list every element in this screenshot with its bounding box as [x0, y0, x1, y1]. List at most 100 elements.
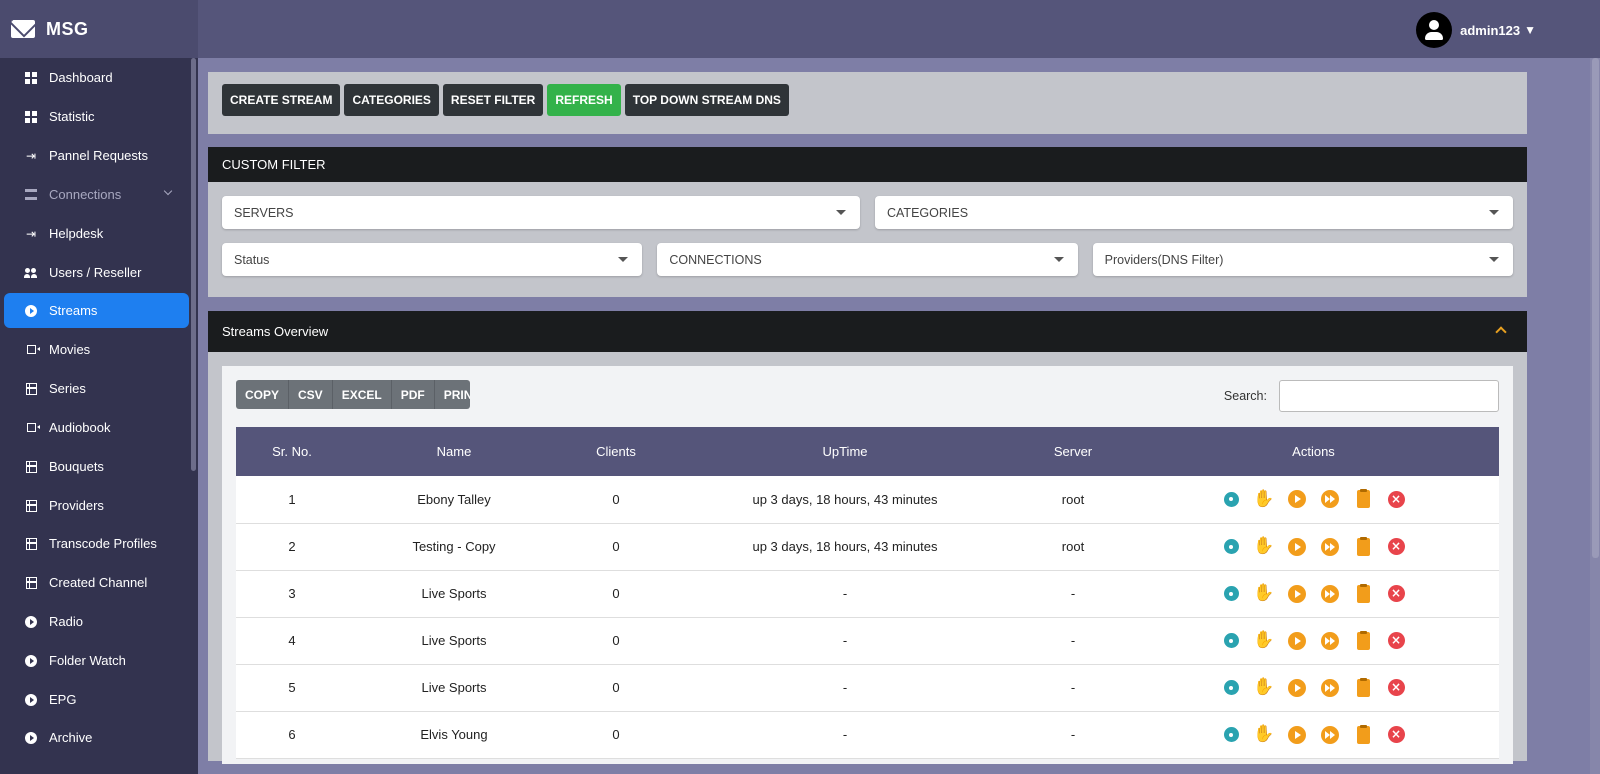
gear-icon[interactable]: [1222, 490, 1241, 509]
stop-hand-icon[interactable]: ✋: [1253, 584, 1274, 603]
play-icon[interactable]: [1288, 678, 1307, 697]
close-circle-icon[interactable]: ×: [1387, 631, 1406, 650]
sidebar-item-dashboard[interactable]: Dashboard: [4, 60, 189, 95]
sidebar-item-pannel-requests[interactable]: ⇥ Pannel Requests: [4, 138, 189, 173]
copy-button[interactable]: COPY: [236, 380, 290, 409]
play-icon[interactable]: [1288, 490, 1307, 509]
play-icon[interactable]: [1288, 631, 1307, 650]
column-header-uptime[interactable]: UpTime: [672, 427, 1018, 476]
gear-icon[interactable]: [1222, 584, 1241, 603]
stop-hand-icon[interactable]: ✋: [1253, 631, 1274, 650]
gear-icon[interactable]: [1222, 725, 1241, 744]
sidebar-scrollbar[interactable]: [191, 58, 196, 471]
play-icon: [25, 304, 37, 317]
column-header-sr-no[interactable]: Sr. No.: [236, 427, 348, 476]
sidebar-item-providers[interactable]: Providers: [4, 488, 189, 523]
fast-forward-icon[interactable]: [1321, 725, 1340, 744]
caret-down-icon: ▼: [1524, 23, 1536, 37]
sidebar-item-connections[interactable]: Connections: [4, 177, 189, 212]
sidebar-item-users-reseller[interactable]: Users / Reseller: [4, 255, 189, 290]
user-menu[interactable]: admin123 ▼: [1416, 12, 1536, 48]
gear-icon[interactable]: [1222, 678, 1241, 697]
create-stream-button[interactable]: CREATE STREAM: [222, 84, 341, 116]
sidebar-item-folder-watch[interactable]: Folder Watch: [4, 643, 189, 678]
close-circle-icon[interactable]: ×: [1387, 584, 1406, 603]
clipboard-icon[interactable]: [1354, 677, 1373, 697]
csv-button[interactable]: CSV: [289, 380, 333, 409]
chevron-up-icon[interactable]: [1495, 326, 1507, 338]
stop-hand-icon[interactable]: ✋: [1253, 725, 1274, 744]
top-down-stream-dns-button[interactable]: TOP DOWN STREAM DNS: [624, 84, 789, 116]
row-actions: ✋ ×: [1128, 489, 1499, 509]
providers-dns-select[interactable]: Providers(DNS Filter): [1092, 243, 1513, 276]
sidebar-item-label: Radio: [49, 614, 83, 629]
gear-icon[interactable]: [1222, 537, 1241, 556]
sidebar-item-label: Audiobook: [49, 420, 111, 435]
refresh-button[interactable]: REFRESH: [547, 84, 621, 116]
column-header-name[interactable]: Name: [348, 427, 560, 476]
clipboard-icon[interactable]: [1354, 630, 1373, 650]
close-circle-icon[interactable]: ×: [1387, 678, 1406, 697]
stop-hand-icon[interactable]: ✋: [1253, 537, 1274, 556]
fast-forward-icon[interactable]: [1321, 584, 1340, 603]
sidebar-item-label: Movies: [49, 342, 91, 357]
categories-button[interactable]: CATEGORIES: [344, 84, 439, 116]
sidebar-item-label: Helpdesk: [49, 226, 104, 241]
print-button[interactable]: PRINT: [434, 380, 470, 409]
close-circle-icon[interactable]: ×: [1387, 490, 1406, 509]
status-select[interactable]: Status: [222, 243, 643, 276]
sidebar-item-audiobook[interactable]: Audiobook: [4, 410, 189, 445]
fast-forward-icon[interactable]: [1321, 678, 1340, 697]
clipboard-icon[interactable]: [1354, 583, 1373, 603]
excel-button[interactable]: EXCEL: [332, 380, 392, 409]
close-circle-icon[interactable]: ×: [1387, 725, 1406, 744]
cell-actions: ✋ ×: [1128, 476, 1499, 524]
fast-forward-icon[interactable]: [1321, 490, 1340, 509]
row-actions: ✋ ×: [1128, 677, 1499, 697]
sidebar-item-movies[interactable]: Movies: [4, 332, 189, 367]
categories-select[interactable]: CATEGORIES: [875, 196, 1513, 229]
cell-server: -: [1018, 570, 1128, 618]
play-icon[interactable]: [1288, 725, 1307, 744]
clipboard-icon[interactable]: [1354, 724, 1373, 744]
play-icon: [25, 615, 37, 628]
sidebar-item-series[interactable]: Series: [4, 371, 189, 406]
streams-overview-panel: Streams Overview COPY CSV EXCEL PDF PRIN…: [208, 311, 1527, 764]
search-input[interactable]: [1279, 380, 1499, 412]
stop-hand-icon[interactable]: ✋: [1253, 678, 1274, 697]
clipboard-icon[interactable]: [1354, 536, 1373, 556]
close-circle-icon[interactable]: ×: [1387, 537, 1406, 556]
sidebar-item-created-channel[interactable]: Created Channel: [4, 565, 189, 600]
row-actions: ✋ ×: [1128, 536, 1499, 556]
sidebar-item-statistic[interactable]: Statistic: [4, 99, 189, 134]
sidebar-item-archive[interactable]: Archive: [4, 720, 189, 755]
top-bar: MSG admin123 ▼: [0, 0, 1600, 58]
brand[interactable]: MSG: [0, 0, 198, 58]
sidebar-item-transcode-profiles[interactable]: Transcode Profiles: [4, 526, 189, 561]
servers-select[interactable]: SERVERS: [222, 196, 860, 229]
sidebar-item-epg[interactable]: EPG: [4, 682, 189, 717]
sidebar-item-label: Transcode Profiles: [49, 536, 157, 551]
column-header-server[interactable]: Server: [1018, 427, 1128, 476]
sidebar-item-label: Providers: [49, 498, 104, 513]
connections-select[interactable]: CONNECTIONS: [657, 243, 1078, 276]
play-icon[interactable]: [1288, 584, 1307, 603]
cell-sr-no: 5: [236, 664, 348, 712]
sidebar-item-radio[interactable]: Radio: [4, 604, 189, 639]
page-scrollbar[interactable]: [1590, 58, 1600, 774]
sidebar-item-bouquets[interactable]: Bouquets: [4, 449, 189, 484]
fast-forward-icon[interactable]: [1321, 631, 1340, 650]
sidebar-item-streams[interactable]: Streams: [4, 293, 189, 328]
pdf-button[interactable]: PDF: [391, 380, 435, 409]
column-header-clients[interactable]: Clients: [560, 427, 672, 476]
play-icon[interactable]: [1288, 537, 1307, 556]
gear-icon[interactable]: [1222, 631, 1241, 650]
sidebar-item-helpdesk[interactable]: ⇥ Helpdesk: [4, 216, 189, 251]
reset-filter-button[interactable]: RESET FILTER: [442, 84, 544, 116]
stop-hand-icon[interactable]: ✋: [1253, 489, 1274, 509]
cell-clients: 0: [560, 523, 672, 571]
fast-forward-icon[interactable]: [1321, 537, 1340, 556]
scroll-thumb[interactable]: [1592, 58, 1599, 558]
cell-name: Testing - Copy: [348, 523, 560, 571]
clipboard-icon[interactable]: [1354, 489, 1373, 509]
